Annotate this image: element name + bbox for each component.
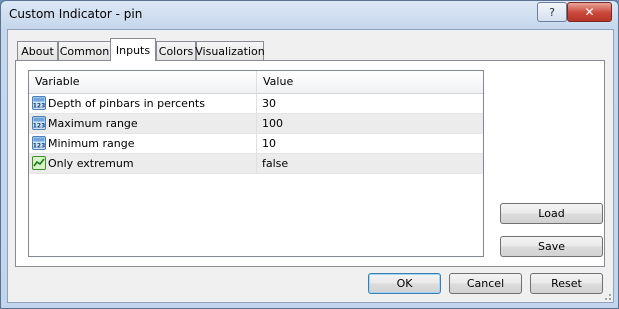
boolean-chart-icon — [32, 156, 46, 170]
value-cell[interactable]: 100 — [257, 114, 483, 133]
title-bar[interactable]: Custom Indicator - pin ? ✕ — [1, 1, 618, 29]
variable-name: Maximum range — [48, 117, 138, 130]
column-header-variable[interactable]: Variable — [29, 71, 257, 93]
variable-cell: Only extremum — [29, 154, 257, 173]
variable-cell: 123 Depth of pinbars in percents — [29, 94, 257, 113]
svg-text:123: 123 — [33, 143, 46, 150]
value-cell[interactable]: 10 — [257, 134, 483, 153]
dialog-client-area: About Common Inputs Colors Visualization… — [7, 29, 614, 303]
close-button[interactable]: ✕ — [567, 2, 612, 22]
table-row[interactable]: Only extremum false — [29, 154, 483, 174]
tab-common[interactable]: Common — [58, 41, 111, 60]
tab-colors[interactable]: Colors — [156, 41, 196, 60]
table-row[interactable]: 123 Maximum range 100 — [29, 114, 483, 134]
inputs-grid: Variable Value 123 Depth of pinbars in p… — [28, 70, 484, 257]
value-cell[interactable]: false — [257, 154, 483, 173]
dialog-window: Custom Indicator - pin ? ✕ About Common … — [0, 0, 619, 309]
grid-header: Variable Value — [29, 71, 483, 94]
inputs-panel: Variable Value 123 Depth of pinbars in p… — [15, 60, 605, 267]
variable-cell: 123 Minimum range — [29, 134, 257, 153]
ok-button[interactable]: OK — [368, 273, 441, 294]
tab-visualization[interactable]: Visualization — [195, 41, 265, 60]
resize-grip-icon[interactable] — [602, 291, 612, 301]
save-button[interactable]: Save — [500, 236, 603, 257]
window-title: Custom Indicator - pin — [9, 7, 143, 21]
column-header-value[interactable]: Value — [257, 71, 483, 93]
value-cell[interactable]: 30 — [257, 94, 483, 113]
numeric-123-icon: 123 — [32, 116, 46, 130]
table-row[interactable]: 123 Depth of pinbars in percents 30 — [29, 94, 483, 114]
reset-button[interactable]: Reset — [530, 273, 603, 294]
tab-about[interactable]: About — [17, 41, 58, 60]
numeric-123-icon: 123 — [32, 136, 46, 150]
cancel-button[interactable]: Cancel — [449, 273, 522, 294]
variable-name: Only extremum — [48, 157, 134, 170]
table-row[interactable]: 123 Minimum range 10 — [29, 134, 483, 154]
numeric-123-icon: 123 — [32, 96, 46, 110]
variable-name: Depth of pinbars in percents — [48, 97, 205, 110]
variable-cell: 123 Maximum range — [29, 114, 257, 133]
help-button[interactable]: ? — [537, 2, 567, 22]
svg-text:123: 123 — [33, 123, 46, 130]
variable-name: Minimum range — [48, 137, 135, 150]
load-button[interactable]: Load — [500, 203, 603, 224]
tab-inputs[interactable]: Inputs — [110, 38, 156, 61]
svg-text:123: 123 — [33, 103, 46, 110]
